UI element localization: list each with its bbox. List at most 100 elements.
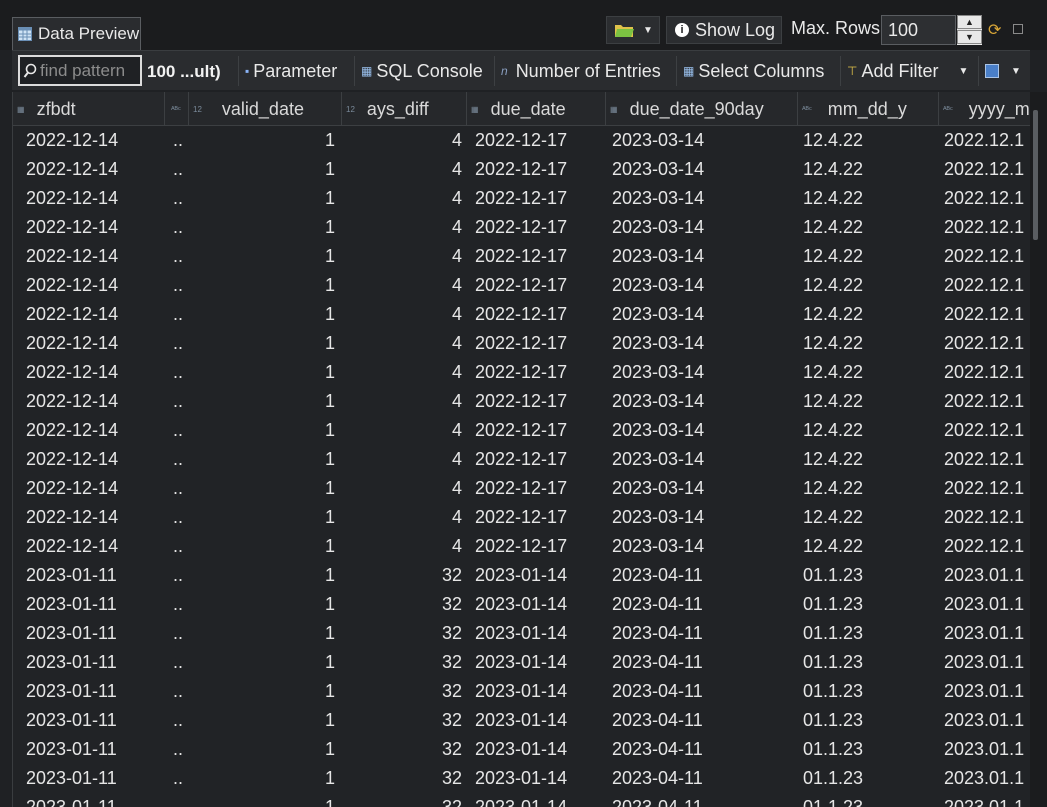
table-row[interactable]: 2023-01-11.. 1 32 2023-01-14 2023-04-11 01.1.… <box>13 735 1030 764</box>
table-cell[interactable]: 32 <box>342 735 462 764</box>
table-cell[interactable]: 4 <box>342 184 462 213</box>
table-cell[interactable]: 2022-12-14 <box>26 532 166 561</box>
table-cell[interactable]: 12.4.22 <box>803 184 937 213</box>
scrollbar-thumb[interactable] <box>1033 110 1038 240</box>
table-cell[interactable]: 2023-01-14 <box>475 619 605 648</box>
table-cell[interactable]: 12.4.22 <box>803 358 937 387</box>
table-cell[interactable]: .. <box>173 532 189 561</box>
table-row[interactable]: 2022-12-14.. 1 4 2022-12-17 2023-03-14 12.4.2… <box>13 503 1030 532</box>
table-cell[interactable]: 2023-03-14 <box>612 184 798 213</box>
table-cell[interactable]: 1 <box>189 329 335 358</box>
table-cell[interactable]: 2022.12.1 <box>944 503 1030 532</box>
table-row[interactable]: 2022-12-14.. 1 4 2022-12-17 2023-03-14 12.4.2… <box>13 532 1030 561</box>
sql-console-button[interactable]: ▦ SQL Console <box>354 56 492 86</box>
table-row[interactable]: 2022-12-14.. 1 4 2022-12-17 2023-03-14 12.4.2… <box>13 329 1030 358</box>
table-cell[interactable]: 4 <box>342 445 462 474</box>
table-cell[interactable]: 2023-01-11 <box>26 764 166 793</box>
find-pattern-field[interactable] <box>18 55 142 86</box>
table-cell[interactable]: 1 <box>189 300 335 329</box>
column-header[interactable]: 12 valid_date <box>189 92 342 126</box>
table-row[interactable]: 2022-12-14.. 1 4 2022-12-17 2023-03-14 12.4.2… <box>13 358 1030 387</box>
column-header[interactable]: ᴬᴮᶜ <box>165 92 189 126</box>
table-cell[interactable]: 1 <box>189 474 335 503</box>
table-cell[interactable]: 4 <box>342 300 462 329</box>
table-cell[interactable]: 32 <box>342 590 462 619</box>
table-cell[interactable]: 2022.12.1 <box>944 329 1030 358</box>
table-cell[interactable]: 12.4.22 <box>803 474 937 503</box>
table-cell[interactable]: 2022-12-14 <box>26 213 166 242</box>
table-cell[interactable]: 2022.12.1 <box>944 532 1030 561</box>
table-cell[interactable]: 2022-12-14 <box>26 271 166 300</box>
table-cell[interactable]: 1 <box>189 619 335 648</box>
table-cell[interactable]: 2023-04-11 <box>612 677 798 706</box>
table-cell[interactable]: 2022-12-14 <box>26 416 166 445</box>
table-cell[interactable]: 1 <box>189 503 335 532</box>
table-cell[interactable]: .. <box>173 213 189 242</box>
table-cell[interactable]: 4 <box>342 503 462 532</box>
table-cell[interactable]: 2023-04-11 <box>612 764 798 793</box>
table-cell[interactable]: 2023-03-14 <box>612 155 798 184</box>
table-row[interactable]: 2022-12-14.. 1 4 2022-12-17 2023-03-14 12.4.2… <box>13 155 1030 184</box>
table-cell[interactable]: 1 <box>189 561 335 590</box>
table-cell[interactable]: 1 <box>189 735 335 764</box>
table-cell[interactable]: 32 <box>342 648 462 677</box>
table-cell[interactable]: 1 <box>189 445 335 474</box>
table-cell[interactable]: 01.1.23 <box>803 648 937 677</box>
add-filter-button[interactable]: ⊤ Add Filter ▼ <box>840 56 976 86</box>
table-cell[interactable]: 1 <box>189 184 335 213</box>
table-cell[interactable]: .. <box>173 706 189 735</box>
table-cell[interactable]: 2023-03-14 <box>612 213 798 242</box>
table-cell[interactable]: 2022.12.1 <box>944 358 1030 387</box>
table-cell[interactable]: 2022-12-17 <box>475 242 605 271</box>
table-cell[interactable]: 2023-03-14 <box>612 242 798 271</box>
table-row[interactable]: 2022-12-14.. 1 4 2022-12-17 2023-03-14 12.4.2… <box>13 242 1030 271</box>
table-cell[interactable]: 1 <box>189 213 335 242</box>
table-cell[interactable]: 2022.12.1 <box>944 445 1030 474</box>
table-cell[interactable]: 2022-12-14 <box>26 358 166 387</box>
table-cell[interactable]: 2022-12-17 <box>475 329 605 358</box>
table-cell[interactable]: 2023-01-14 <box>475 735 605 764</box>
table-cell[interactable]: 2023-03-14 <box>612 271 798 300</box>
table-cell[interactable]: 12.4.22 <box>803 445 937 474</box>
table-cell[interactable]: 1 <box>189 358 335 387</box>
table-cell[interactable]: 1 <box>189 706 335 735</box>
tab-data-preview[interactable]: Data Preview <box>12 17 141 50</box>
table-cell[interactable]: 12.4.22 <box>803 387 937 416</box>
table-cell[interactable]: 2022.12.1 <box>944 271 1030 300</box>
table-cell[interactable]: 12.4.22 <box>803 213 937 242</box>
table-cell[interactable]: 2023-04-11 <box>612 648 798 677</box>
find-pattern-input[interactable] <box>40 60 140 81</box>
table-cell[interactable]: 2022-12-17 <box>475 126 605 155</box>
spin-down-icon[interactable]: ▼ <box>957 30 982 44</box>
table-cell[interactable]: .. <box>173 242 189 271</box>
table-cell[interactable]: 2023-01-11 <box>26 648 166 677</box>
table-cell[interactable]: 2022-12-17 <box>475 474 605 503</box>
table-cell[interactable]: 2023.01.1 <box>944 706 1030 735</box>
table-cell[interactable]: .. <box>173 590 189 619</box>
table-cell[interactable]: 4 <box>342 474 462 503</box>
table-cell[interactable]: .. <box>173 300 189 329</box>
table-cell[interactable]: .. <box>173 387 189 416</box>
spin-up-icon[interactable]: ▲ <box>957 15 982 29</box>
table-cell[interactable]: 2023.01.1 <box>944 735 1030 764</box>
show-log-button[interactable]: i Show Log <box>666 16 782 44</box>
table-cell[interactable]: .. <box>173 329 189 358</box>
table-cell[interactable]: .. <box>173 735 189 764</box>
table-row[interactable]: 2022-12-14.. 1 4 2022-12-17 2023-03-14 12.4.2… <box>13 271 1030 300</box>
table-cell[interactable]: 2022-12-14 <box>26 329 166 358</box>
table-cell[interactable]: 2023-04-11 <box>612 706 798 735</box>
table-cell[interactable]: 2022-12-14 <box>26 184 166 213</box>
table-cell[interactable]: 2023-01-11 <box>26 590 166 619</box>
table-cell[interactable]: .. <box>173 271 189 300</box>
table-cell[interactable]: 2023-01-14 <box>475 590 605 619</box>
table-row[interactable]: 2023-01-11.. 1 32 2023-01-14 2023-04-11 01.1.… <box>13 793 1030 807</box>
table-cell[interactable]: 32 <box>342 706 462 735</box>
table-cell[interactable]: 32 <box>342 619 462 648</box>
table-cell[interactable]: 2023-04-11 <box>612 561 798 590</box>
table-cell[interactable]: .. <box>173 184 189 213</box>
table-cell[interactable]: 2023-01-14 <box>475 793 605 807</box>
table-cell[interactable]: 2022-12-17 <box>475 445 605 474</box>
table-cell[interactable]: 2023.01.1 <box>944 677 1030 706</box>
table-cell[interactable]: 12.4.22 <box>803 416 937 445</box>
table-cell[interactable]: 2023-03-14 <box>612 474 798 503</box>
